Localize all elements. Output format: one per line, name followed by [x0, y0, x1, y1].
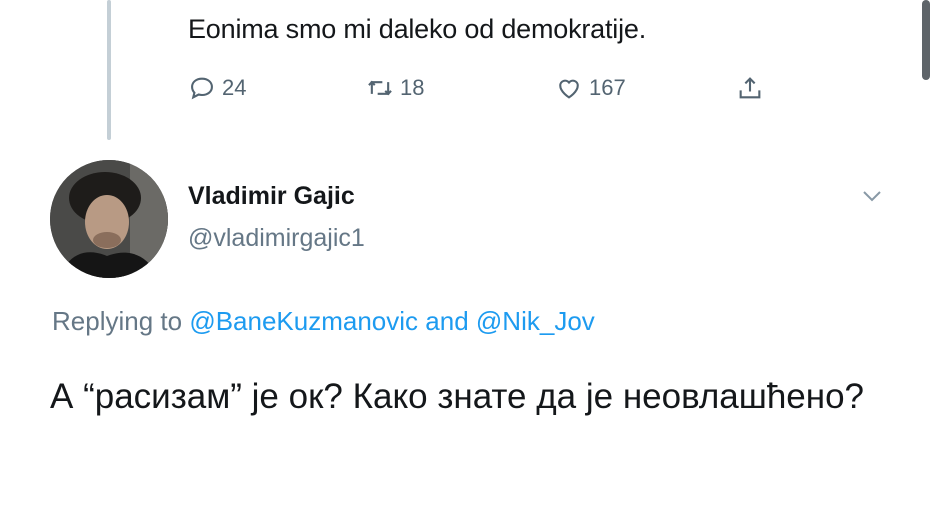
- retweet-count: 18: [400, 75, 425, 100]
- previous-tweet-text: Eonima smo mi daleko od demokratije.: [188, 14, 647, 44]
- display-name[interactable]: Vladimir Gajic: [188, 182, 355, 211]
- avatar-photo: [50, 160, 168, 278]
- reply-button[interactable]: 24: [188, 74, 246, 102]
- reply-icon: [191, 77, 213, 100]
- tweet-action-bar: 24 18 167: [0, 74, 930, 108]
- mention-link-2[interactable]: @Nik_Jov: [476, 306, 595, 336]
- like-button[interactable]: 167: [555, 74, 626, 102]
- scrollbar[interactable]: [922, 0, 930, 80]
- thread-connector-line: [107, 0, 111, 140]
- like-icon: [559, 79, 579, 99]
- mention-connector: and: [425, 306, 469, 336]
- reply-count: 24: [222, 75, 247, 100]
- mention-link-1[interactable]: @BaneKuzmanovic: [189, 306, 418, 336]
- user-handle[interactable]: @vladimirgajic1: [188, 224, 365, 253]
- replying-prefix: Replying to: [52, 306, 183, 336]
- retweet-icon: [368, 80, 392, 96]
- reply-tweet-text: А “расизам” је ок? Како знате да је неов…: [50, 377, 865, 416]
- avatar[interactable]: [50, 160, 168, 278]
- chevron-down-icon[interactable]: [858, 186, 886, 206]
- like-count: 167: [589, 75, 626, 100]
- share-button[interactable]: [736, 74, 764, 102]
- share-icon: [739, 77, 761, 99]
- retweet-button[interactable]: 18: [366, 74, 424, 102]
- replying-to-line: Replying to @BaneKuzmanovic and @Nik_Jov: [52, 306, 595, 337]
